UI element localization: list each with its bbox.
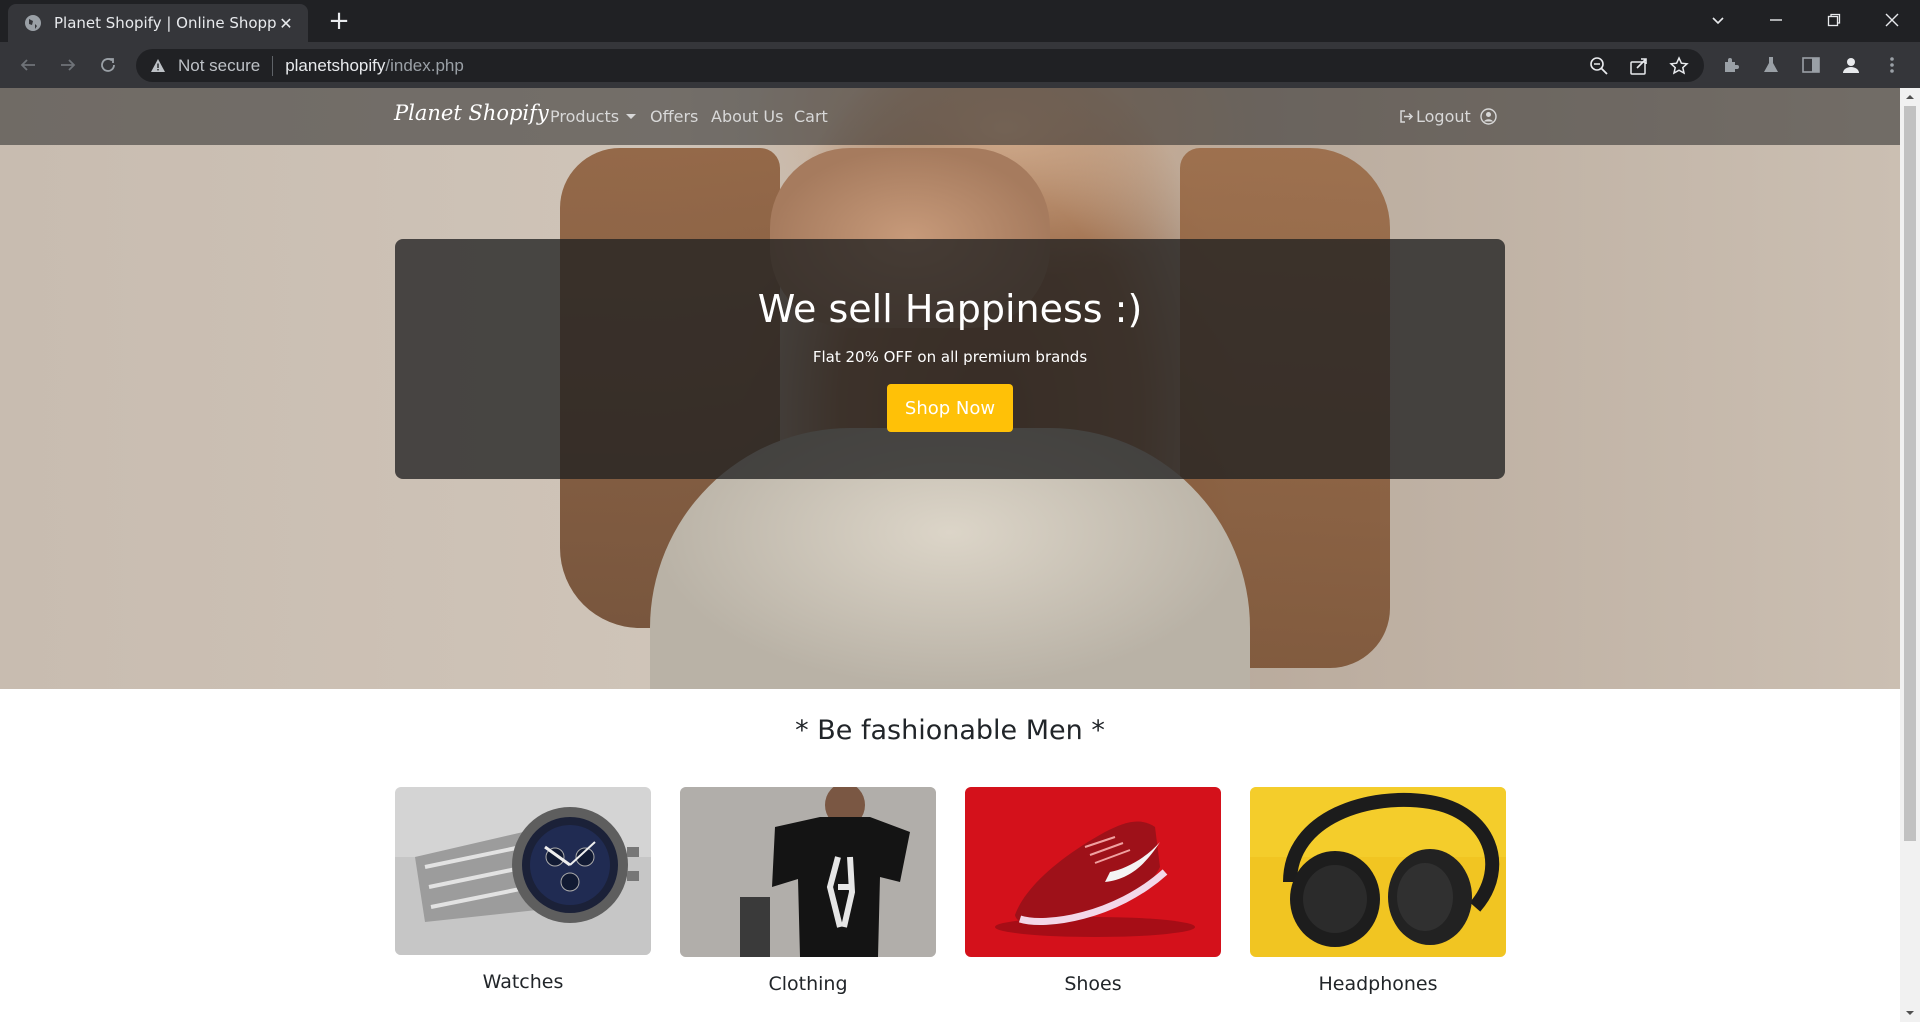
address-separator: [272, 55, 274, 76]
scroll-down-arrow-icon[interactable]: [1905, 1008, 1915, 1018]
globe-icon: [25, 15, 41, 31]
shoes-image[interactable]: [965, 787, 1221, 957]
watch-image[interactable]: [395, 787, 651, 955]
extensions-icon[interactable]: [1719, 53, 1743, 77]
back-button[interactable]: [14, 51, 42, 79]
tab-title: Planet Shopify | Online Shopping: [54, 14, 276, 32]
url-text[interactable]: planetshopify/index.php: [285, 56, 464, 76]
hero-title: We sell Happiness :): [757, 287, 1143, 331]
profile-icon[interactable]: [1839, 53, 1863, 77]
category-label[interactable]: Clothing: [680, 973, 936, 995]
nav-products-label: Products: [550, 107, 620, 126]
category-card-watches[interactable]: Watches: [395, 787, 651, 993]
nav-offers[interactable]: Offers: [650, 107, 698, 126]
browser-tab[interactable]: Planet Shopify | Online Shopping ✕: [8, 4, 308, 42]
menu-kebab-icon[interactable]: [1880, 53, 1904, 77]
nav-cart[interactable]: Cart: [794, 107, 828, 126]
labs-flask-icon[interactable]: [1759, 53, 1783, 77]
nav-products-dropdown[interactable]: Products: [550, 107, 637, 126]
hero-subtitle: Flat 20% OFF on all premium brands: [812, 348, 1088, 366]
zoom-icon[interactable]: [1589, 56, 1609, 76]
headphones-image[interactable]: [1250, 787, 1506, 957]
section-title: * Be fashionable Men *: [795, 715, 1105, 746]
tab-close-icon[interactable]: ✕: [276, 14, 296, 33]
clothing-image[interactable]: [680, 787, 936, 957]
side-panel-icon[interactable]: [1799, 53, 1823, 77]
logout-label: Logout: [1416, 107, 1471, 126]
hero-banner: We sell Happiness :) Flat 20% OFF on all…: [395, 239, 1505, 479]
scroll-up-arrow-icon[interactable]: [1905, 92, 1915, 102]
share-icon[interactable]: [1629, 56, 1649, 76]
address-bar[interactable]: Not secure planetshopify/index.php: [136, 49, 1704, 82]
category-card-headphones[interactable]: Headphones: [1250, 787, 1506, 995]
reload-button[interactable]: [94, 51, 122, 79]
url-host: planetshopify: [285, 55, 386, 75]
site-navbar: Planet Shopify Products Offers About Us …: [0, 88, 1900, 145]
scrollbar-thumb[interactable]: [1904, 106, 1916, 841]
category-card-clothing[interactable]: Clothing: [680, 787, 936, 995]
tab-search-icon[interactable]: [1690, 0, 1746, 40]
category-label[interactable]: Headphones: [1250, 973, 1506, 995]
hero-background-image: Planet Shopify Products Offers About Us …: [0, 88, 1900, 689]
category-label[interactable]: Watches: [395, 971, 651, 993]
url-path: /index.php: [385, 55, 464, 75]
restore-button[interactable]: [1806, 0, 1862, 40]
close-window-button[interactable]: [1864, 0, 1920, 40]
page-viewport: Planet Shopify Products Offers About Us …: [0, 88, 1900, 1022]
caret-down-icon: [626, 114, 637, 119]
brand-logo[interactable]: Planet Shopify: [394, 101, 549, 125]
bookmark-star-icon[interactable]: [1669, 56, 1689, 76]
new-tab-button[interactable]: +: [325, 8, 353, 36]
logout-icon: [1400, 110, 1414, 123]
nav-about-us[interactable]: About Us: [711, 107, 783, 126]
minimize-button[interactable]: [1748, 0, 1804, 40]
browser-toolbar: Not secure planetshopify/index.php: [0, 42, 1920, 88]
user-circle-icon[interactable]: [1480, 108, 1497, 125]
logout-link[interactable]: Logout: [1399, 107, 1471, 126]
browser-tabstrip: Planet Shopify | Online Shopping ✕ +: [0, 0, 1920, 42]
warning-icon[interactable]: [150, 58, 166, 74]
category-label[interactable]: Shoes: [965, 973, 1221, 995]
not-secure-label[interactable]: Not secure: [178, 56, 260, 76]
category-card-shoes[interactable]: Shoes: [965, 787, 1221, 995]
page-scrollbar[interactable]: [1900, 88, 1920, 1022]
forward-button[interactable]: [54, 51, 82, 79]
shop-now-button[interactable]: Shop Now: [887, 384, 1013, 432]
